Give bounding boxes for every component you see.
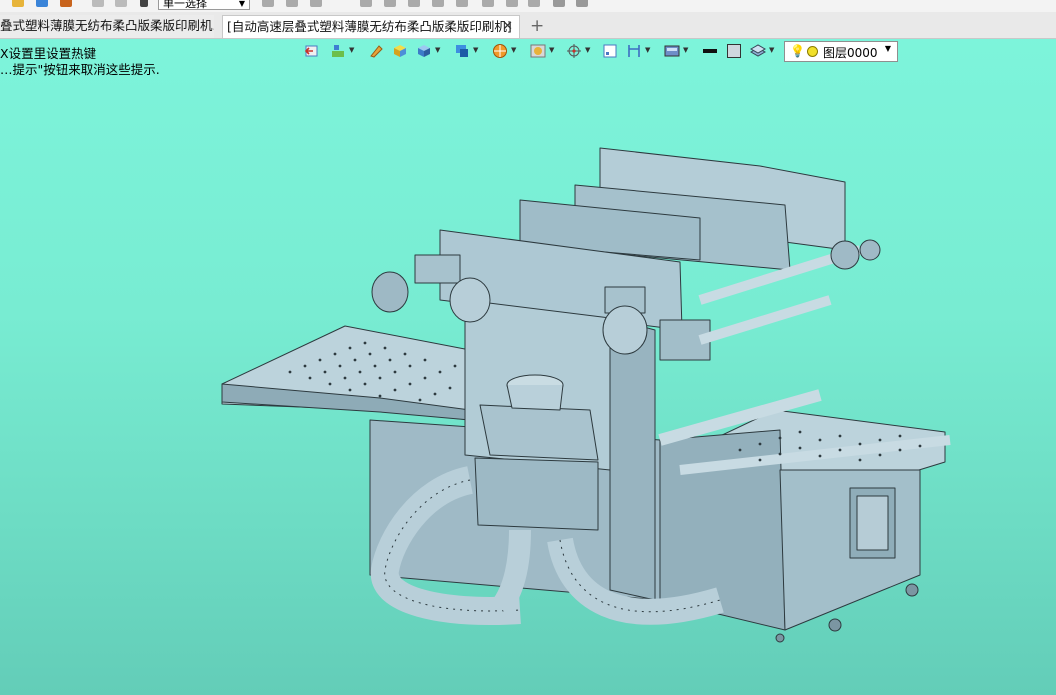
printing-machine-model (221, 147, 951, 643)
cad-model-viewport[interactable] (0, 0, 1056, 695)
